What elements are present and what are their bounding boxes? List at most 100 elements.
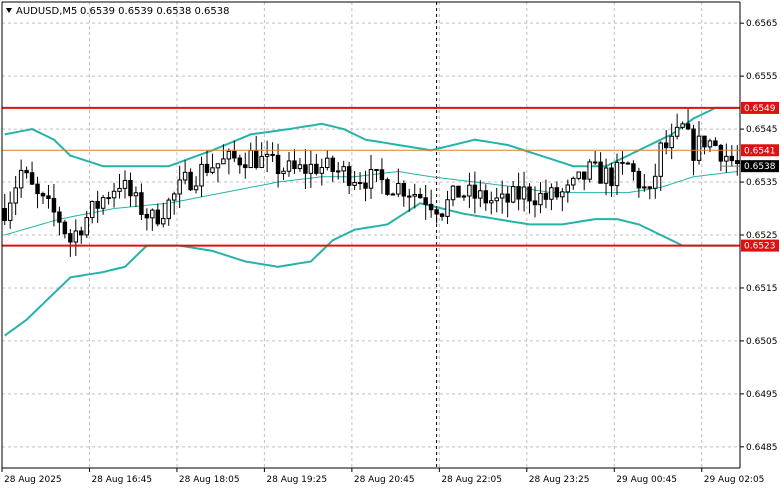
- candle-body: [576, 171, 581, 179]
- candle-body: [325, 157, 330, 169]
- y-tick-label: 0.6565: [746, 19, 778, 29]
- candle-body: [467, 184, 472, 197]
- candle-body: [483, 190, 489, 204]
- candle-body: [516, 186, 521, 200]
- candle-body: [177, 179, 182, 195]
- candle-body: [631, 163, 636, 172]
- candle-body: [499, 193, 505, 199]
- candle-body: [390, 193, 396, 196]
- candle-body: [598, 161, 603, 184]
- candle-body: [57, 211, 62, 223]
- candle-body: [73, 230, 79, 243]
- candle-body: [642, 186, 647, 189]
- current-price-label: 0.6538: [744, 162, 776, 172]
- candle-body: [412, 193, 417, 197]
- candle-body: [215, 163, 221, 169]
- candle-body: [253, 149, 259, 169]
- candle-body: [40, 193, 46, 197]
- candle-body: [259, 155, 264, 169]
- candle-body: [663, 142, 669, 149]
- y-tick-label: 0.6515: [746, 284, 778, 294]
- candle-body: [308, 163, 314, 174]
- candle-body: [603, 167, 609, 184]
- candle-body: [204, 163, 210, 173]
- y-tick-label: 0.6555: [746, 72, 778, 82]
- candle-body: [330, 157, 335, 172]
- candle-body: [35, 183, 40, 195]
- candle-body: [636, 170, 642, 189]
- candle-body: [494, 197, 499, 202]
- candle-body: [292, 160, 297, 170]
- candle-body: [680, 123, 685, 128]
- candle-body: [396, 183, 401, 195]
- candle-body: [685, 123, 691, 130]
- candle-body: [456, 185, 461, 198]
- candle-body: [264, 153, 270, 157]
- candle-body: [423, 197, 428, 205]
- candle-body: [18, 169, 24, 189]
- candle-body: [439, 213, 445, 217]
- candle-body: [84, 217, 89, 236]
- quote-label: 0.6539 0.6539 0.6538 0.6538: [80, 6, 230, 17]
- candle-body: [379, 169, 385, 181]
- candle-body: [79, 230, 84, 236]
- x-tick-label: 29 Aug 02:05: [704, 475, 765, 485]
- candle-body: [89, 200, 95, 219]
- candle-body: [450, 185, 456, 201]
- candle-body: [669, 135, 674, 149]
- candle-body: [554, 187, 560, 198]
- candle-body: [243, 164, 248, 169]
- candle-body: [270, 153, 275, 156]
- candle-body: [527, 186, 532, 202]
- candle-body: [144, 213, 150, 219]
- candle-body: [171, 193, 177, 201]
- x-tick-label: 28 Aug 2025: [4, 475, 62, 485]
- candle-body: [702, 135, 707, 148]
- candle-body: [625, 162, 631, 165]
- candle-body: [352, 182, 357, 186]
- candle-body: [532, 200, 538, 206]
- candle-body: [401, 183, 407, 197]
- candle-body: [117, 187, 122, 192]
- candle-body: [297, 164, 303, 170]
- candle-body: [155, 209, 161, 225]
- candle-body: [13, 187, 18, 204]
- candle-body: [68, 233, 73, 243]
- candle-body: [150, 209, 155, 219]
- candle-body: [100, 197, 106, 209]
- x-tick-label: 28 Aug 22:05: [441, 475, 502, 485]
- candle-body: [718, 144, 724, 162]
- candle-body: [614, 161, 620, 187]
- candle-body: [193, 185, 199, 191]
- candle-body: [303, 164, 308, 174]
- y-tick-label: 0.6545: [746, 125, 778, 135]
- y-tick-label: 0.6525: [746, 231, 778, 241]
- y-tick-label: 0.6535: [746, 178, 778, 188]
- candle-body: [314, 163, 319, 174]
- candle-body: [111, 190, 117, 199]
- candle-body: [385, 179, 390, 195]
- x-tick-label: 28 Aug 16:45: [91, 475, 152, 485]
- level-tag-label: 0.6549: [744, 104, 776, 114]
- price-chart[interactable]: 0.6565 0.6555 0.6545 0.6535 0.6525 0.6515 0.65…: [0, 0, 781, 489]
- candle-body: [587, 161, 592, 180]
- candle-body: [696, 135, 702, 161]
- candle-body: [478, 190, 483, 199]
- candle-body: [46, 195, 51, 199]
- candle-body: [374, 168, 379, 171]
- candle-body: [724, 155, 729, 162]
- candle-body: [357, 182, 363, 185]
- candle-body: [128, 179, 133, 197]
- candle-body: [571, 177, 576, 186]
- candle-body: [609, 167, 614, 187]
- candle-body: [592, 161, 598, 164]
- candle-body: [237, 157, 243, 166]
- level-tag-label: 0.6541: [744, 146, 776, 156]
- candle-body: [674, 126, 680, 137]
- candle-body: [735, 160, 740, 164]
- candle-body: [560, 191, 565, 198]
- candle-body: [729, 155, 735, 162]
- candle-body: [368, 168, 374, 189]
- candle-body: [62, 221, 68, 235]
- level-tag-label: 0.6523: [744, 242, 776, 252]
